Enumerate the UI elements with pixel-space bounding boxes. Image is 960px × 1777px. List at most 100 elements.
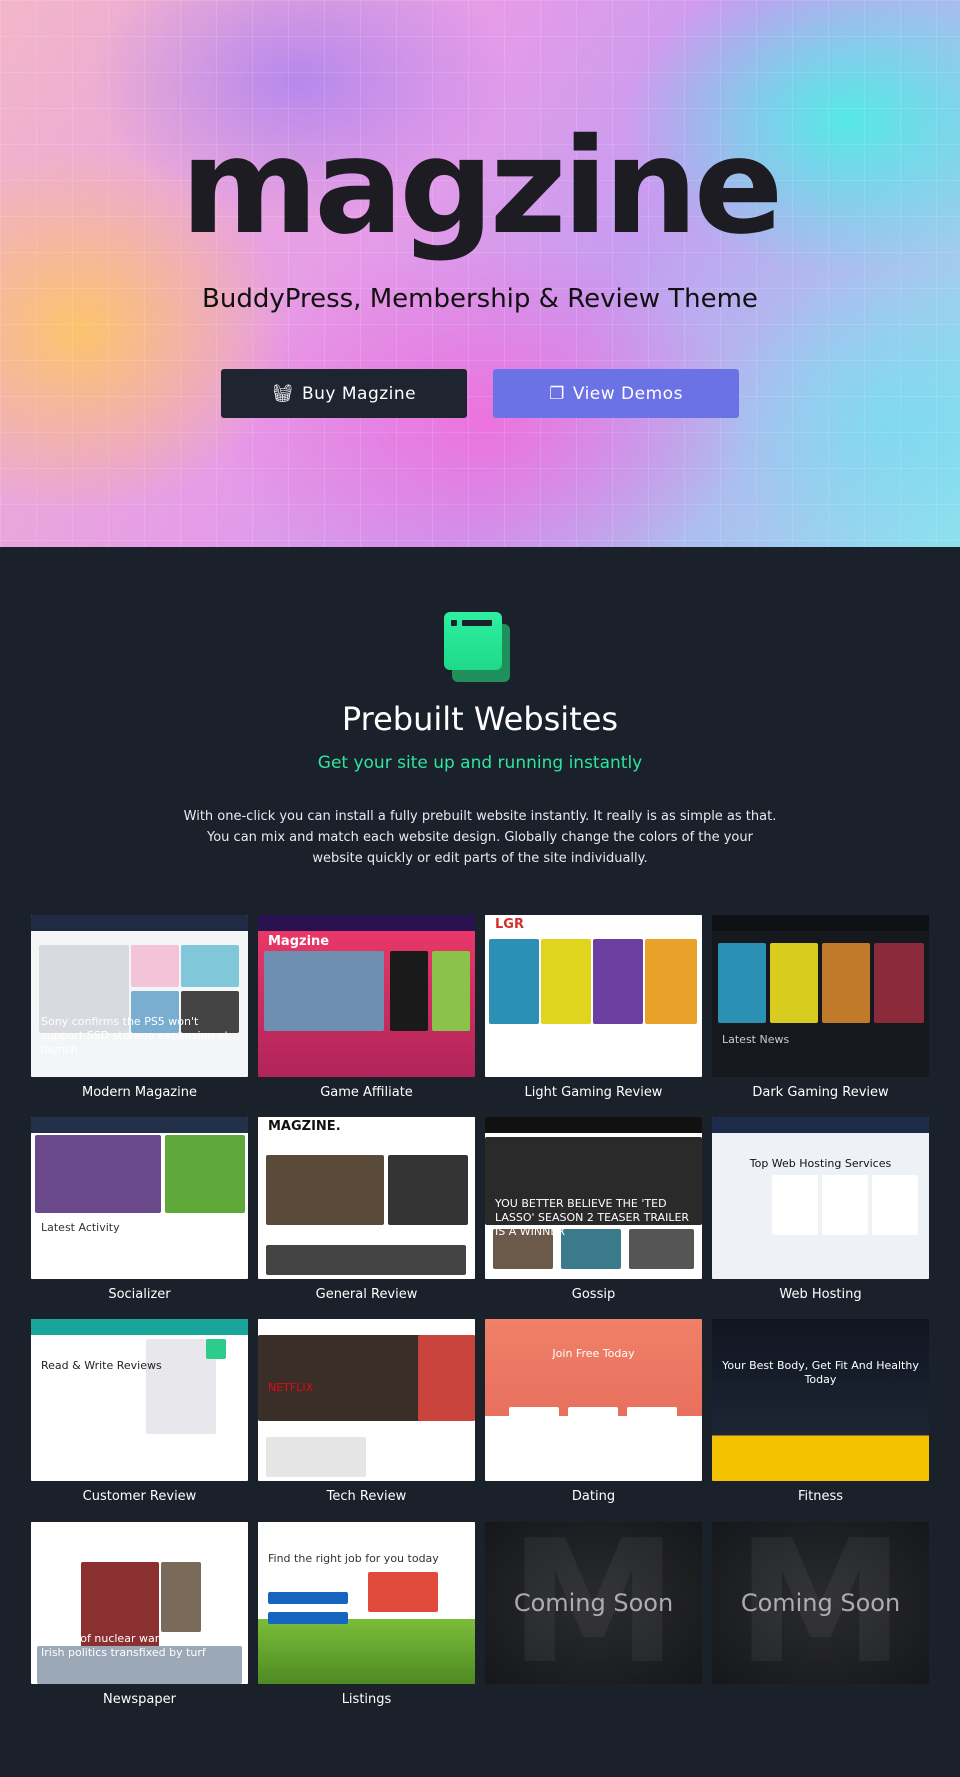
view-demos-button[interactable]: ❐ View Demos [493,369,739,418]
demo-thumbnail: M Coming Soon [485,1522,702,1684]
thumbnail-headline: Your Best Body, Get Fit And Healthy Toda… [722,1359,919,1386]
demo-thumbnail[interactable]: Latest News [712,915,929,1077]
demo-thumbnail[interactable]: MAGZINE. [258,1117,475,1279]
thumbnail-image [131,945,179,987]
thumbnail-image [772,1175,818,1235]
thumbnail-headline: LGR [495,917,524,932]
hero-photo-mosaic [0,0,960,547]
buy-magzine-button[interactable]: 🧺︎ Buy Magzine [221,369,467,418]
demo-card[interactable]: YOU BETTER BELIEVE THE 'TED LASSO' SEASO… [485,1117,702,1302]
demo-label[interactable]: Gossip [485,1287,702,1302]
browser-windows-icon [444,612,516,684]
demo-thumbnail[interactable]: Sony confirms the PS5 won't support SSD … [31,915,248,1077]
coming-soon-card: M Coming Soon [712,1522,929,1692]
thumbnail-headline: YOU BETTER BELIEVE THE 'TED LASSO' SEASO… [495,1197,690,1238]
thumbnail-image [266,1245,466,1275]
demo-thumbnail[interactable]: Magzine [258,915,475,1077]
demo-card[interactable]: MAGZINE. General Review [258,1117,475,1302]
thumbnail-image [368,1572,438,1612]
demos-label: View Demos [572,383,683,404]
demo-card[interactable]: NETFLIX Tech Review [258,1319,475,1504]
demo-label[interactable]: Socializer [31,1287,248,1302]
thumbnail-headline: Magzine [268,934,330,949]
thumbnail-image [206,1339,226,1359]
magzine-logo: magzine [180,110,784,264]
demo-label[interactable]: Newspaper [31,1692,248,1707]
thumbnail-header [258,1319,475,1335]
thumbnail-header [258,915,475,931]
demo-card[interactable]: Magzine Game Affiliate [258,915,475,1100]
thumbnail-header [258,1522,475,1538]
section-tagline: Get your site up and running instantly [317,753,643,773]
demo-card[interactable]: Latest News Dark Gaming Review [712,915,929,1100]
thumbnail-headline: Sony confirms the PS5 won't support SSD … [41,1015,229,1056]
demo-label[interactable]: Listings [258,1692,475,1707]
thumbnail-image [181,945,239,987]
demo-thumbnail: M Coming Soon [712,1522,929,1684]
thumbnail-headline: NETFLIX [268,1381,314,1394]
thumbnail-headline: Top Web Hosting Services [749,1157,892,1170]
demo-thumbnail[interactable]: Join Free Today [485,1319,702,1481]
demo-label[interactable]: Game Affiliate [258,1085,475,1100]
thumbnail-image [718,943,766,1023]
demo-card[interactable]: Read & Write Reviews Customer Review [31,1319,248,1504]
demo-label[interactable]: Modern Magazine [31,1085,248,1100]
thumbnail-header [31,1117,248,1133]
demo-card[interactable]: Sony confirms the PS5 won't support SSD … [31,915,248,1100]
demo-thumbnail[interactable]: Find the right job for you today [258,1522,475,1684]
thumbnail-image [35,1135,161,1213]
section-description: With one-click you can install a fully p… [183,809,777,866]
demo-thumbnail[interactable]: Read & Write Reviews [31,1319,248,1481]
thumbnail-image [593,939,643,1024]
thumbnail-header [485,1319,702,1335]
copy-icon: ❐ [549,383,565,404]
thumbnail-image [822,1175,868,1235]
coming-soon-card: M Coming Soon [485,1522,702,1692]
thumbnail-header [712,915,929,931]
section-title: Prebuilt Websites [341,700,619,738]
thumbnail-image [165,1135,245,1213]
demo-label[interactable]: Dark Gaming Review [712,1085,929,1100]
thumbnail-headline: Join Free Today [552,1347,635,1360]
demo-thumbnail[interactable]: NETFLIX [258,1319,475,1481]
thumbnail-image [770,943,818,1023]
thumbnail-image [418,1335,475,1421]
m-watermark-icon: M [735,1522,906,1684]
demo-card[interactable]: LGR Light Gaming Review [485,915,702,1100]
demo-card[interactable]: Latest Activity Socializer [31,1117,248,1302]
thumbnail-image [874,943,924,1023]
demo-label[interactable]: Fitness [712,1489,929,1504]
demo-label[interactable]: General Review [258,1287,475,1302]
demo-label[interactable]: Light Gaming Review [485,1085,702,1100]
hero-subtitle: BuddyPress, Membership & Review Theme [202,284,758,314]
demo-thumbnail[interactable]: Top Web Hosting Services [712,1117,929,1279]
demo-card[interactable]: Threat of nuclear war looms but Irish po… [31,1522,248,1707]
demo-card[interactable]: Join Free Today Dating [485,1319,702,1504]
thumbnail-headline: Latest Activity [41,1221,120,1234]
hero-banner: magzine BuddyPress, Membership & Review … [0,0,960,547]
demo-thumbnail[interactable]: YOU BETTER BELIEVE THE 'TED LASSO' SEASO… [485,1117,702,1279]
demo-card[interactable]: Top Web Hosting Services Web Hosting [712,1117,929,1302]
thumbnail-header [31,915,248,931]
thumbnail-image [627,1407,677,1467]
demo-label[interactable]: Customer Review [31,1489,248,1504]
thumbnail-image [872,1175,918,1235]
thumbnail-image [388,1155,468,1225]
thumbnail-image [645,939,697,1024]
thumbnail-header [485,1117,702,1133]
thumbnail-image [264,951,384,1031]
demo-label[interactable]: Web Hosting [712,1287,929,1302]
demo-label[interactable]: Dating [485,1489,702,1504]
demo-label[interactable]: Tech Review [258,1489,475,1504]
thumbnail-image [822,943,870,1023]
thumbnail-image [161,1562,201,1632]
demo-thumbnail[interactable]: Threat of nuclear war looms but Irish po… [31,1522,248,1684]
demo-card[interactable]: Your Best Body, Get Fit And Healthy Toda… [712,1319,929,1504]
demo-thumbnail[interactable]: LGR [485,915,702,1077]
thumbnail-header [31,1522,248,1538]
demo-card[interactable]: Find the right job for you today Listings [258,1522,475,1707]
basket-icon: 🧺︎ [271,383,294,404]
demo-thumbnail[interactable]: Latest Activity [31,1117,248,1279]
demo-thumbnail[interactable]: Your Best Body, Get Fit And Healthy Toda… [712,1319,929,1481]
thumbnail-header [712,1319,929,1335]
